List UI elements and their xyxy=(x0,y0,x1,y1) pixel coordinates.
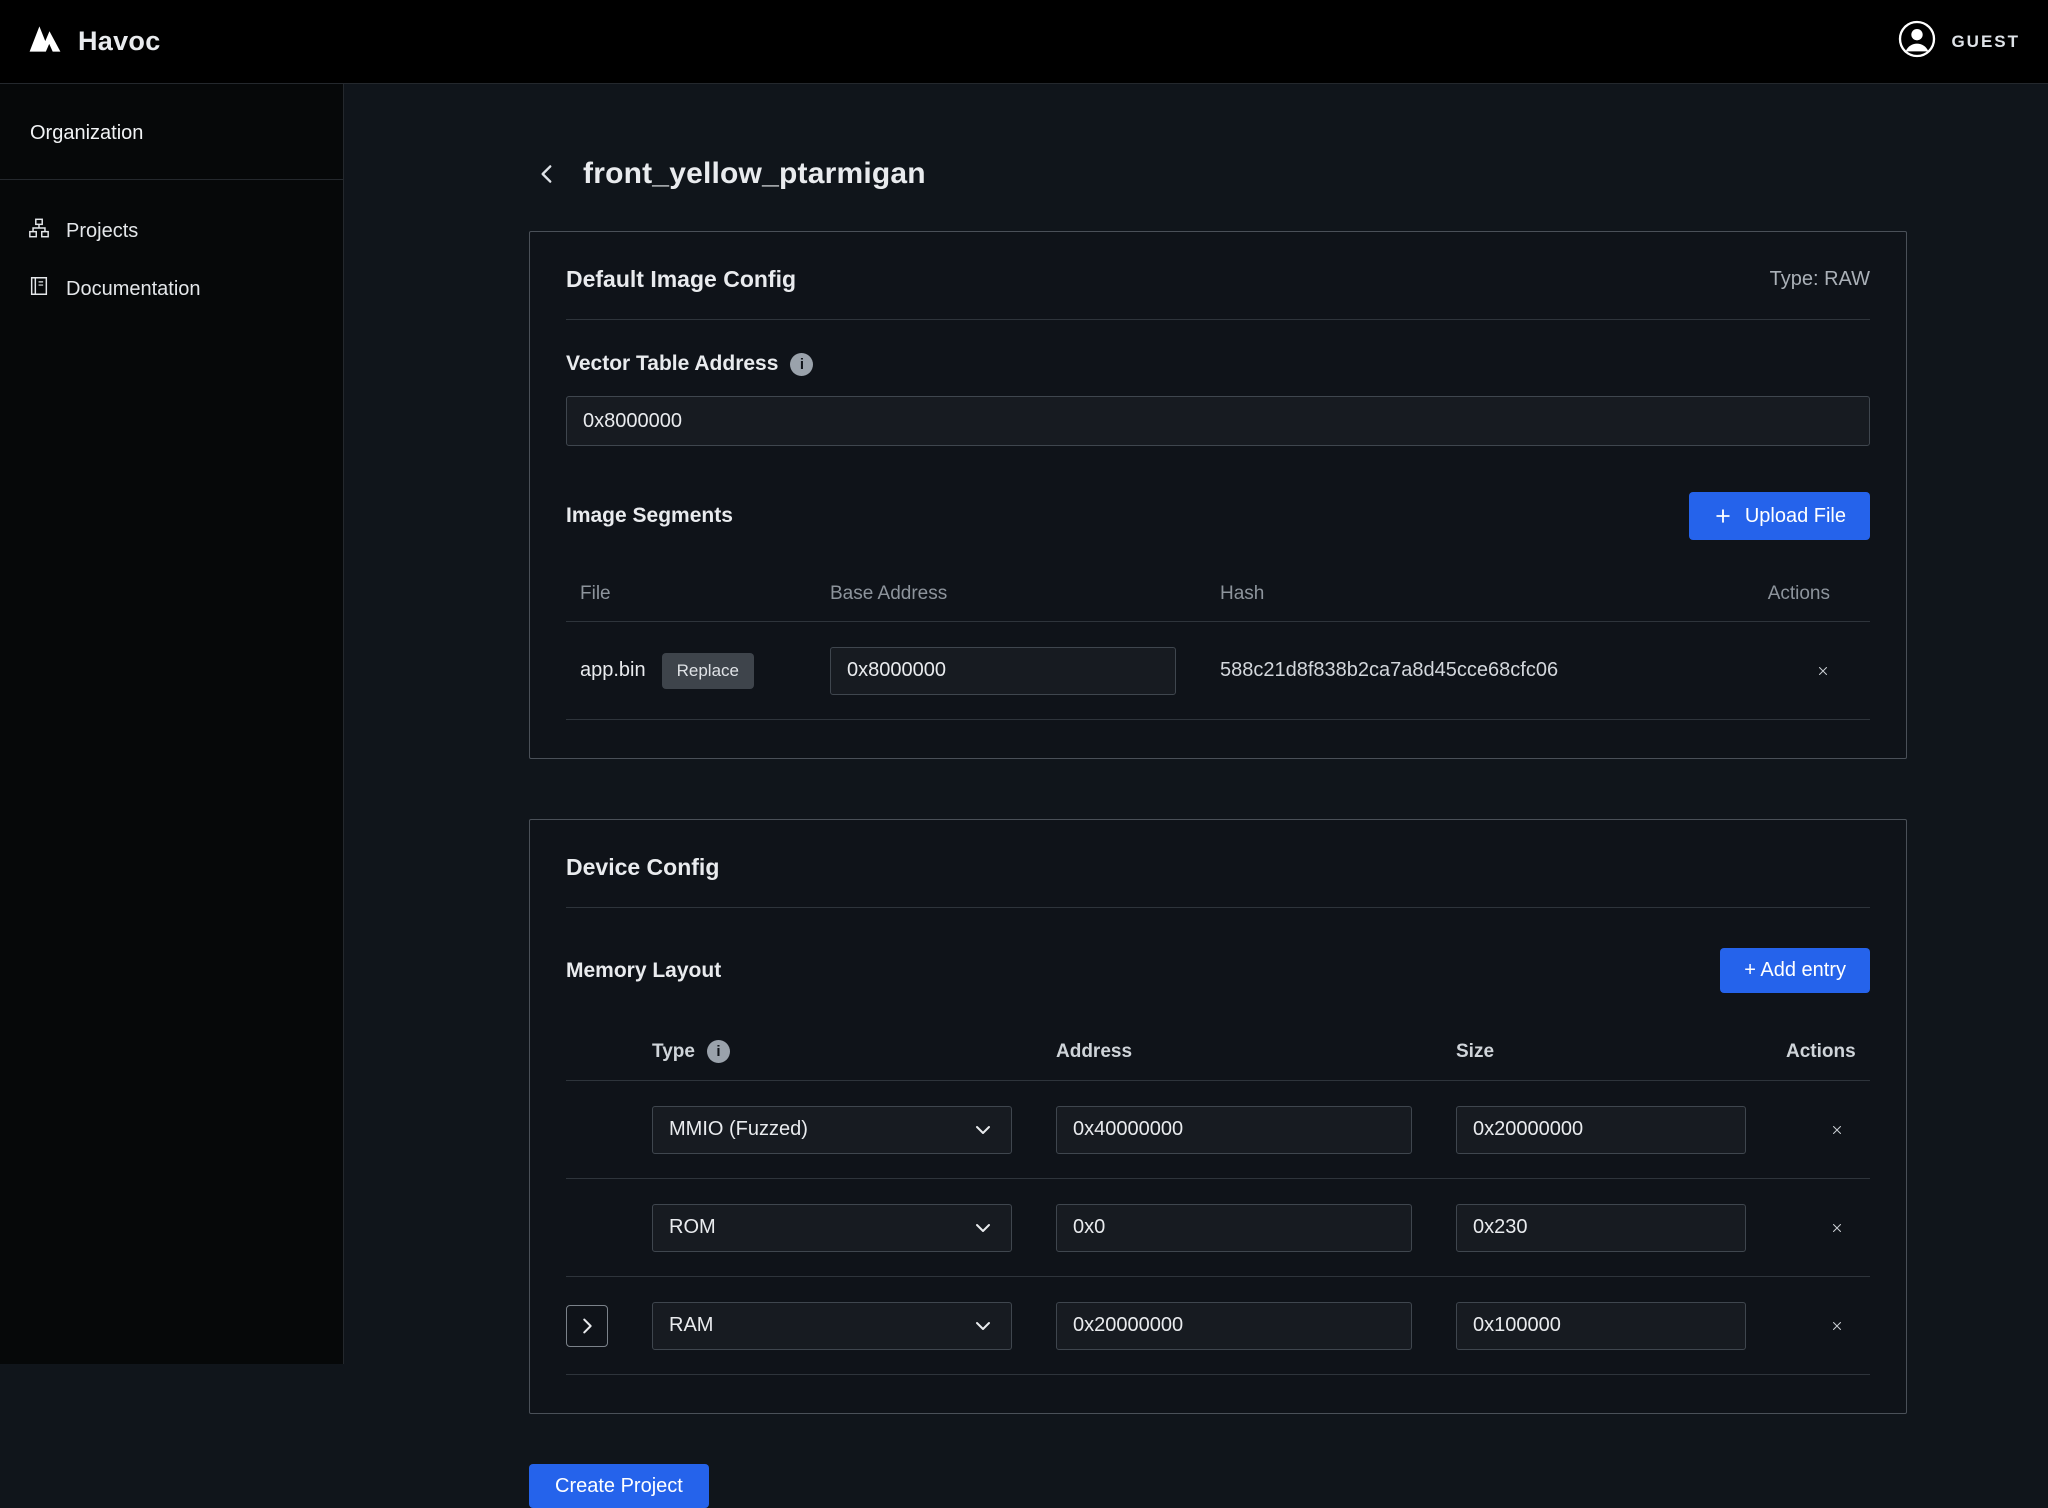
memory-address-input[interactable] xyxy=(1056,1204,1412,1252)
file-hash: 588c21d8f838b2ca7a8d45cce68cfc06 xyxy=(1220,659,1716,682)
info-icon[interactable]: i xyxy=(790,353,813,376)
memory-layout-head: Memory Layout + Add entry xyxy=(566,948,1870,993)
memory-address-input[interactable] xyxy=(1056,1106,1412,1154)
remove-entry-button[interactable] xyxy=(1830,1110,1870,1150)
expand-row-button[interactable] xyxy=(566,1305,608,1347)
remove-segment-button[interactable] xyxy=(1816,651,1856,691)
card-title: Device Config xyxy=(566,854,719,881)
col-hash: Hash xyxy=(1220,583,1716,605)
memory-address-input[interactable] xyxy=(1056,1302,1412,1350)
memory-layout-table: Type i Address Size Actions MMIO (Fuzzed… xyxy=(566,1023,1870,1375)
plus-icon xyxy=(1713,506,1733,526)
sidebar-item-label: Documentation xyxy=(66,278,201,301)
havoc-logo-icon xyxy=(28,25,62,58)
upload-file-label: Upload File xyxy=(1745,505,1846,528)
col-type-label: Type xyxy=(652,1041,695,1063)
base-address-input[interactable] xyxy=(830,647,1176,695)
selected-option: ROM xyxy=(669,1216,716,1239)
close-icon xyxy=(1830,1314,1844,1338)
chevron-down-icon xyxy=(971,1314,995,1338)
add-entry-button[interactable]: + Add entry xyxy=(1720,948,1870,993)
vector-table-address-label: Vector Table Address i xyxy=(566,352,1870,376)
memory-row: ROM xyxy=(566,1179,1870,1277)
remove-entry-button[interactable] xyxy=(1830,1208,1870,1248)
field-label-text: Vector Table Address xyxy=(566,352,778,376)
col-actions: Actions xyxy=(1768,583,1856,605)
remove-entry-button[interactable] xyxy=(1830,1306,1870,1346)
brand[interactable]: Havoc xyxy=(28,25,161,58)
col-type: Type i xyxy=(652,1040,1056,1063)
topbar: Havoc GUEST xyxy=(0,0,2048,84)
memory-layout-title: Memory Layout xyxy=(566,959,721,983)
memory-row: MMIO (Fuzzed) xyxy=(566,1081,1870,1179)
vector-table-address-input[interactable] xyxy=(566,396,1870,446)
avatar-icon xyxy=(1897,19,1937,64)
page-head: front_yellow_ptarmigan xyxy=(529,156,1908,192)
sidebar-nav: Projects Documentation xyxy=(0,180,343,318)
col-actions: Actions xyxy=(1786,1041,1882,1063)
sidebar: Organization Projects xyxy=(0,84,344,1364)
close-icon xyxy=(1816,659,1830,683)
memory-row: RAM xyxy=(566,1277,1870,1375)
sidebar-item-projects[interactable]: Projects xyxy=(0,202,343,260)
sidebar-item-label: Projects xyxy=(66,220,138,243)
close-icon xyxy=(1830,1216,1844,1240)
segment-row: app.bin Replace 588c21d8f838b2ca7a8d45cc… xyxy=(566,622,1870,720)
file-name: app.bin xyxy=(580,659,646,682)
chevron-down-icon xyxy=(971,1216,995,1240)
device-config-card: Device Config Memory Layout + Add entry … xyxy=(529,819,1907,1414)
file-cell: app.bin Replace xyxy=(580,653,830,689)
memory-table-header: Type i Address Size Actions xyxy=(566,1023,1870,1081)
segments-table-header: File Base Address Hash Actions xyxy=(566,566,1870,622)
chevron-right-icon xyxy=(576,1315,598,1337)
image-type-label: Type: RAW xyxy=(1770,268,1870,291)
user-name: GUEST xyxy=(1951,32,2020,52)
brand-name: Havoc xyxy=(78,26,161,57)
info-icon[interactable]: i xyxy=(707,1040,730,1063)
col-base-address: Base Address xyxy=(830,583,1220,605)
selected-option: RAM xyxy=(669,1314,713,1337)
segments-table: File Base Address Hash Actions app.bin R… xyxy=(566,566,1870,720)
card-title: Default Image Config xyxy=(566,266,796,293)
sidebar-item-documentation[interactable]: Documentation xyxy=(0,260,343,318)
create-row: Create Project xyxy=(529,1464,1908,1508)
memory-type-select[interactable]: MMIO (Fuzzed) xyxy=(652,1106,1012,1154)
create-project-button[interactable]: Create Project xyxy=(529,1464,709,1508)
memory-type-select[interactable]: RAM xyxy=(652,1302,1012,1350)
card-head: Default Image Config Type: RAW xyxy=(566,232,1870,320)
book-icon xyxy=(28,275,50,303)
col-file: File xyxy=(580,583,830,605)
memory-size-input[interactable] xyxy=(1456,1204,1746,1252)
chevron-left-icon xyxy=(534,161,560,187)
close-icon xyxy=(1830,1118,1844,1142)
card-head: Device Config xyxy=(566,820,1870,908)
flow-icon xyxy=(28,217,50,245)
image-segments-title: Image Segments xyxy=(566,504,733,528)
memory-size-input[interactable] xyxy=(1456,1302,1746,1350)
main-content: front_yellow_ptarmigan Default Image Con… xyxy=(344,84,2048,1364)
page-title: front_yellow_ptarmigan xyxy=(583,157,926,191)
upload-file-button[interactable]: Upload File xyxy=(1689,492,1870,540)
user-menu[interactable]: GUEST xyxy=(1897,19,2020,64)
col-size: Size xyxy=(1456,1041,1786,1063)
chevron-down-icon xyxy=(971,1118,995,1142)
memory-type-select[interactable]: ROM xyxy=(652,1204,1012,1252)
default-image-config-card: Default Image Config Type: RAW Vector Ta… xyxy=(529,231,1907,759)
selected-option: MMIO (Fuzzed) xyxy=(669,1118,808,1141)
sidebar-section-organization: Organization xyxy=(0,84,343,180)
image-segments-head: Image Segments Upload File xyxy=(566,492,1870,540)
memory-size-input[interactable] xyxy=(1456,1106,1746,1154)
replace-button[interactable]: Replace xyxy=(662,653,754,689)
back-button[interactable] xyxy=(529,156,565,192)
col-address: Address xyxy=(1056,1041,1456,1063)
